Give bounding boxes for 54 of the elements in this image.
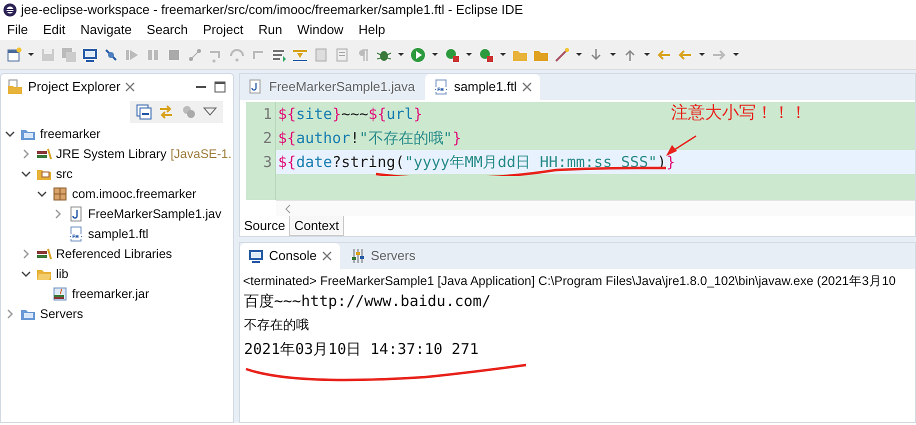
maximize-icon[interactable]	[213, 80, 227, 94]
view-tab[interactable]: Servers	[342, 243, 424, 269]
library-icon	[36, 246, 52, 262]
window-title: jee-eclipse-workspace - freemarker/src/com/imooc/freemarker/sample1.ftl - Eclipse IDE	[21, 1, 524, 20]
wand-icon[interactable]	[554, 46, 570, 62]
menu-item[interactable]: Navigate	[80, 20, 132, 40]
editor-tab[interactable]: FreeMarkerSample1.java	[240, 74, 423, 100]
view-tab[interactable]: Console	[240, 243, 340, 269]
template-file-icon	[68, 226, 84, 242]
editor-mode-tab[interactable]: Context	[289, 216, 344, 236]
menu-item[interactable]: Window	[297, 20, 344, 40]
tree-item-label[interactable]: freemarker	[40, 124, 100, 144]
tree-item-label[interactable]: sample1.ftl	[88, 224, 148, 244]
close-icon[interactable]	[322, 251, 332, 261]
tree-item-label[interactable]: JRE System Library	[56, 144, 166, 164]
close-icon[interactable]	[522, 82, 532, 92]
console-header: <terminated> FreeMarkerSample1 [Java Application] C:\Program Files\Java\jre1.8.0_102\bin\javaw.exe (2021年3月10	[242, 273, 897, 289]
template-file-icon	[432, 79, 449, 95]
new-file-icon[interactable]	[6, 46, 22, 62]
tree-item-label[interactable]: freemarker.jar	[72, 284, 150, 304]
tree-item-label[interactable]: src	[56, 164, 73, 184]
jar-icon	[52, 286, 68, 302]
code-line: ${site}~~~${url}	[277, 104, 422, 125]
console-line: 不存在的哦	[244, 316, 309, 334]
menu-item[interactable]: Help	[358, 20, 386, 40]
collapse-all-icon[interactable]	[136, 104, 152, 120]
tree-item-label[interactable]: FreeMarkerSample1.jav	[88, 204, 222, 224]
tree-item-label[interactable]: Servers	[40, 304, 84, 324]
eclipse-logo-icon	[3, 3, 17, 17]
sliders-icon	[350, 248, 366, 264]
menu-item[interactable]: Edit	[42, 20, 66, 40]
close-icon[interactable]	[125, 82, 136, 92]
tree-item-detail: [JavaSE-1.	[170, 146, 232, 163]
console-line: 百度~~~http://www.baidu.com/	[244, 291, 491, 312]
menu-item[interactable]: Search	[146, 20, 188, 40]
tree-item-label[interactable]: lib	[56, 264, 69, 284]
editor-tab[interactable]: sample1.ftl	[424, 74, 540, 100]
library-icon	[36, 146, 52, 162]
code-line: ${author!"不存在的哦"}	[277, 128, 462, 149]
java-file-icon	[68, 206, 84, 222]
panel-title[interactable]: Project Explorer	[28, 77, 120, 97]
run-icon[interactable]	[410, 46, 426, 62]
monitor-icon	[248, 248, 264, 264]
monitor-icon[interactable]	[82, 46, 98, 62]
console-line: 2021年03月10日 14:37:10 271	[244, 339, 479, 360]
annotation-text: 注意大小写！！！	[671, 102, 807, 124]
scroll-left-icon[interactable]	[284, 204, 292, 214]
menu-item[interactable]: Run	[258, 20, 282, 40]
menu-item[interactable]: File	[7, 20, 28, 40]
folder-icon	[7, 79, 23, 95]
package-icon	[52, 186, 68, 202]
menu-item[interactable]: Project	[202, 20, 244, 40]
tree-item-label[interactable]: com.imooc.freemarker	[72, 184, 196, 204]
tree-item-label[interactable]: Referenced Libraries	[56, 244, 172, 264]
